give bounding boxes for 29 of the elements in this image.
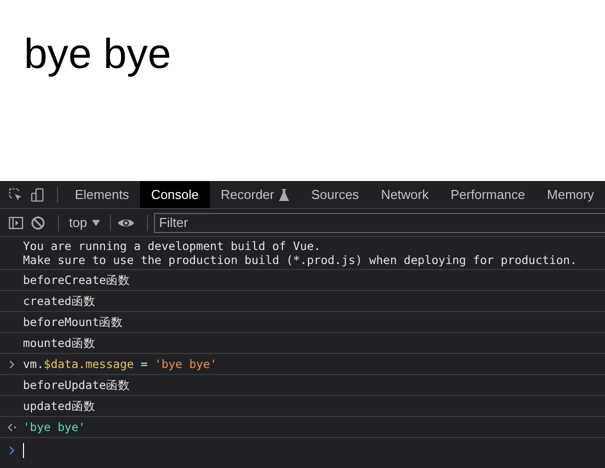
- panel-tab[interactable]: Recorder: [210, 181, 300, 208]
- chevron-icon: [8, 360, 14, 368]
- page-heading: bye bye: [24, 30, 172, 78]
- prompt-icon: [8, 446, 14, 454]
- caret-icon: [92, 220, 100, 226]
- panel-tab[interactable]: Performance: [440, 181, 536, 208]
- result-arrow-icon: [6, 422, 16, 432]
- panel-tab[interactable]: Sources: [300, 181, 370, 208]
- console-message: You are running a development build of Vue. Make sure to use the production build (*.prod.js) when deploying for production.: [23, 238, 577, 269]
- console-message: updated函数: [23, 398, 96, 415]
- console-result: 'bye bye': [23, 419, 86, 436]
- console-message: mounted函数: [23, 335, 96, 352]
- clear-icon[interactable]: [30, 214, 46, 230]
- context-dropdown[interactable]: top: [65, 215, 104, 230]
- console-message: beforeCreate函数: [23, 272, 130, 289]
- panel-tab[interactable]: Memory: [536, 181, 605, 208]
- console-command: vm.$data.message = 'bye bye': [23, 356, 217, 373]
- inspect-icon[interactable]: [8, 186, 24, 204]
- filter-field[interactable]: Filter: [154, 212, 605, 232]
- panel-tab[interactable]: Elements: [64, 181, 140, 208]
- panel-tab[interactable]: Network: [370, 181, 440, 208]
- device-icon[interactable]: [30, 186, 45, 204]
- text-cursor[interactable]: [23, 442, 24, 458]
- sidebar-toggle-icon[interactable]: [8, 214, 24, 230]
- console-message: beforeUpdate函数: [23, 377, 130, 394]
- console-message: created函数: [23, 293, 96, 310]
- flask-icon: [279, 188, 290, 200]
- panel-tab[interactable]: Console: [140, 181, 210, 208]
- console-message: beforeMount函数: [23, 314, 124, 331]
